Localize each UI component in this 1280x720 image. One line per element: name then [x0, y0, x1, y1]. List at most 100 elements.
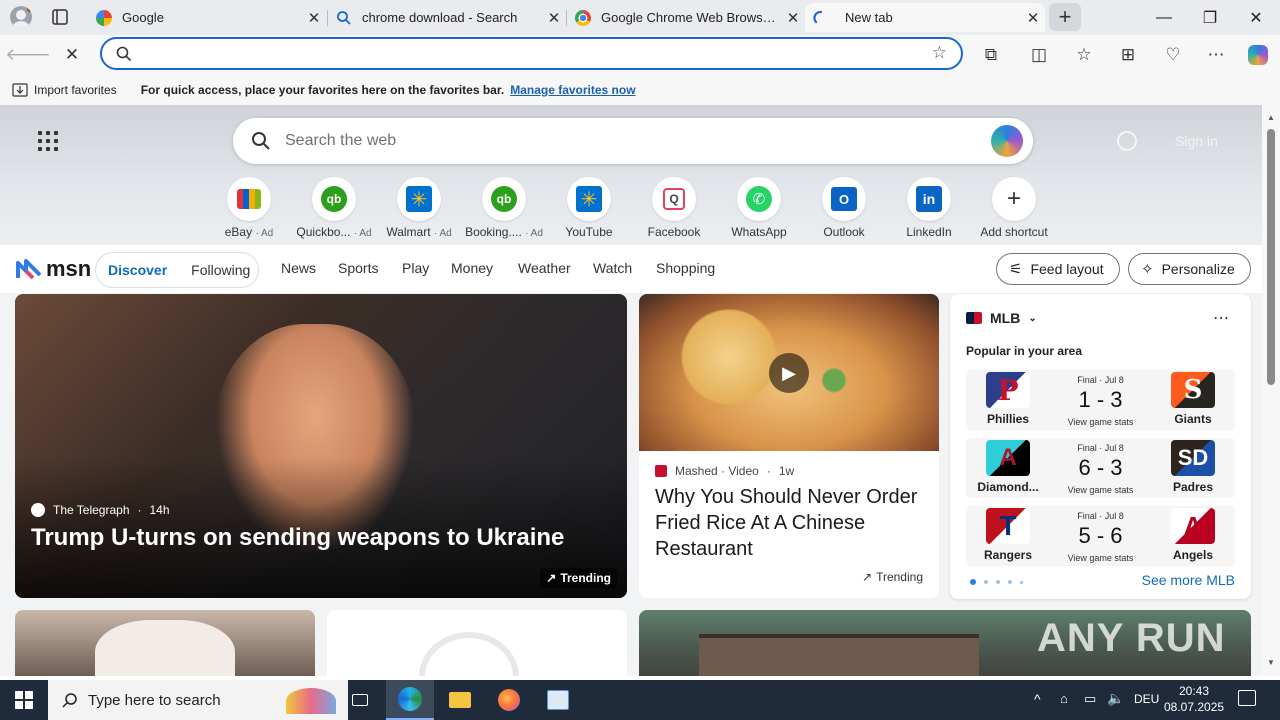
nav-play[interactable]: Play [402, 260, 429, 276]
padres-logo-icon: SD [1151, 438, 1235, 478]
edge-taskbar-icon[interactable] [386, 680, 434, 720]
shortcut-booking[interactable]: qb Booking.... · Ad [462, 177, 546, 239]
shortcut-outlook[interactable]: O Outlook [802, 177, 886, 239]
nav-shopping[interactable]: Shopping [656, 260, 715, 276]
web-search-box[interactable]: Search the web [233, 118, 1033, 164]
tab-following[interactable]: Following [191, 262, 250, 278]
story-card[interactable] [327, 610, 627, 676]
close-window-button[interactable]: ✕ [1233, 0, 1279, 35]
manage-favorites-link[interactable]: Manage favorites now [510, 83, 635, 97]
msn-logo[interactable]: msn [16, 256, 91, 282]
story-card[interactable] [15, 610, 315, 676]
story-age: 14h [149, 503, 170, 517]
shortcut-linkedin[interactable]: in LinkedIn [887, 177, 971, 239]
chevron-up-icon[interactable]: ^ [1034, 691, 1041, 707]
shortcut-quickbooks[interactable]: qb Quickbo... · Ad [292, 177, 376, 239]
sign-in-button[interactable]: Sign in [1175, 133, 1218, 149]
nav-weather[interactable]: Weather [518, 260, 571, 276]
shortcut-whatsapp[interactable]: ✆ WhatsApp [717, 177, 801, 239]
volume-icon[interactable]: 🔈 [1107, 690, 1124, 707]
tab-actions-icon[interactable] [50, 7, 70, 27]
page-scrollbar[interactable]: ▲ ▼ [1262, 105, 1280, 676]
favorite-star-icon[interactable]: ☆ [932, 43, 947, 63]
collections-icon[interactable]: ⊞ [1114, 41, 1142, 69]
shortcut-facebook[interactable]: Q Facebook [632, 177, 716, 239]
game-row[interactable]: A Final · Jul 8 6 - 3 View game stats SD… [966, 438, 1235, 498]
scroll-up-icon[interactable]: ▲ [1267, 113, 1275, 122]
network-icon[interactable]: ▭ [1084, 691, 1096, 707]
page-settings-icon[interactable] [1117, 131, 1137, 151]
game-row[interactable]: T Final · Jul 8 5 - 6 View game stats A … [966, 506, 1235, 566]
main-story-card[interactable]: The Telegraph · 14h Trump U-turns on sen… [15, 294, 627, 598]
extensions-icon[interactable]: ⧉ [977, 41, 1005, 69]
see-more-mlb-link[interactable]: See more MLB [1142, 572, 1235, 588]
minimize-button[interactable]: — [1141, 0, 1187, 35]
story-card[interactable]: ANY RUN [639, 610, 1251, 676]
search-icon [116, 46, 132, 62]
split-screen-icon[interactable]: ◫ [1025, 41, 1053, 69]
view-game-stats-link[interactable]: View game stats [1050, 553, 1151, 563]
shortcut-youtube[interactable]: ✳ YouTube [547, 177, 631, 239]
tab-discover[interactable]: Discover [108, 262, 167, 278]
mlb-header[interactable]: MLB ⌄ [966, 310, 1037, 326]
feed-layout-button[interactable]: ⚟ Feed layout [996, 253, 1120, 285]
tab-title: Google Chrome Web Browser: Fir [601, 10, 781, 25]
nav-watch[interactable]: Watch [593, 260, 632, 276]
tab-close-button[interactable]: ✕ [781, 6, 805, 30]
giants-logo-icon: S [1151, 370, 1235, 410]
tab-new-tab[interactable]: New tab ✕ [805, 3, 1045, 32]
away-team: Giants [1174, 412, 1212, 426]
notifications-icon[interactable] [1238, 690, 1256, 706]
firefox-icon[interactable] [485, 680, 533, 720]
story-headline[interactable]: Trump U-turns on sending weapons to Ukra… [31, 524, 621, 552]
side-story-card[interactable]: ▶ Mashed · Video · 1w Why You Should Nev… [639, 294, 939, 598]
shortcut-walmart[interactable]: ✳ Walmart · Ad [377, 177, 461, 239]
play-icon[interactable]: ▶ [769, 353, 809, 393]
add-shortcut-button[interactable]: + Add shortcut [972, 177, 1056, 239]
scroll-down-icon[interactable]: ▼ [1267, 658, 1275, 667]
restore-button[interactable]: ❐ [1187, 0, 1233, 35]
more-options-icon[interactable]: ⋯ [1213, 308, 1229, 328]
app-installer-icon[interactable] [534, 680, 582, 720]
tab-close-button[interactable]: ✕ [1021, 6, 1045, 30]
app-launcher-icon[interactable] [38, 131, 58, 151]
carousel-dots[interactable] [970, 579, 1023, 585]
shortcut-label: WhatsApp [731, 225, 787, 239]
copilot-icon[interactable] [1244, 41, 1272, 69]
language-indicator[interactable]: DEU [1134, 692, 1159, 706]
view-game-stats-link[interactable]: View game stats [1050, 417, 1151, 427]
import-favorites-button[interactable]: Import favorites [12, 83, 117, 97]
copilot-icon[interactable] [991, 125, 1023, 157]
tab-chrome-web-browser[interactable]: Google Chrome Web Browser: Fir ✕ [567, 3, 805, 32]
nav-money[interactable]: Money [451, 260, 493, 276]
tab-google[interactable]: Google ✕ [88, 3, 326, 32]
browser-essentials-icon[interactable]: ♡ [1159, 41, 1187, 69]
taskbar-search-box[interactable]: Type here to search [48, 680, 348, 720]
new-tab-button[interactable]: + [1049, 3, 1081, 31]
task-view-icon[interactable] [336, 680, 384, 720]
taskbar-search-placeholder: Type here to search [88, 691, 221, 709]
tab-chrome-download-search[interactable]: chrome download - Search ✕ [328, 3, 566, 32]
back-button[interactable]: 🡐 [5, 41, 51, 69]
start-button[interactable] [0, 680, 48, 720]
scrollbar-thumb[interactable] [1267, 129, 1275, 385]
file-explorer-icon[interactable] [436, 680, 484, 720]
nav-news[interactable]: News [281, 260, 316, 276]
trending-icon: ↗ [862, 570, 873, 584]
game-row[interactable]: P Final · Jul 8 1 - 3 View game stats S … [966, 370, 1235, 430]
meet-now-icon[interactable]: ⌂ [1060, 691, 1068, 706]
nav-sports[interactable]: Sports [338, 260, 378, 276]
shortcut-ebay[interactable]: eBay · Ad [207, 177, 291, 239]
settings-more-icon[interactable]: ⋯ [1202, 41, 1230, 69]
address-bar[interactable]: ☆ [100, 37, 963, 70]
personalize-button[interactable]: ✧ Personalize [1128, 253, 1251, 285]
profile-avatar[interactable] [10, 6, 32, 28]
view-game-stats-link[interactable]: View game stats [1050, 485, 1151, 495]
tab-close-button[interactable]: ✕ [542, 6, 566, 30]
clock[interactable]: 20:43 08.07.2025 [1164, 683, 1224, 715]
stop-loading-button[interactable]: ✕ [58, 41, 86, 69]
story-headline[interactable]: Why You Should Never Order Fried Rice At… [655, 484, 929, 562]
notification-dot [27, 6, 32, 12]
favorites-icon[interactable]: ☆ [1070, 41, 1098, 69]
tab-close-button[interactable]: ✕ [302, 6, 326, 30]
